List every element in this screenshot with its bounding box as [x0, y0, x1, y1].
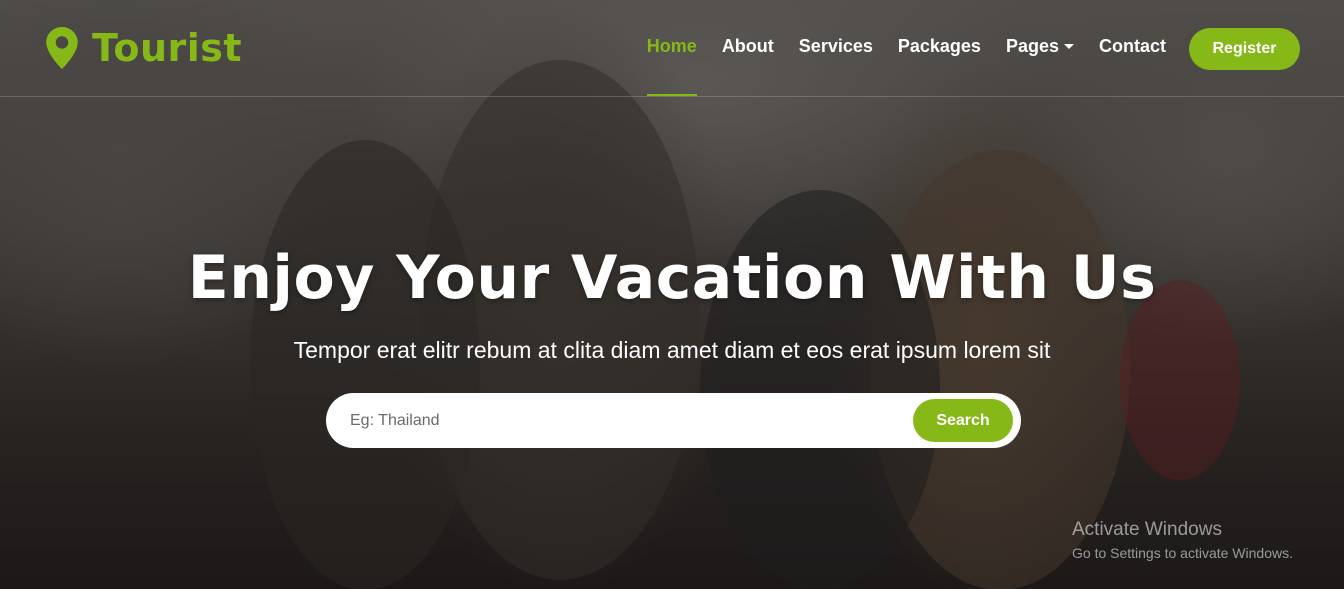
brand-logo[interactable]: Tourist: [46, 26, 242, 70]
map-pin-icon: [46, 27, 78, 69]
caret-down-icon: [1064, 44, 1074, 49]
search-bar: Search: [326, 393, 1021, 448]
nav-item-home[interactable]: Home: [646, 36, 697, 96]
nav-item-pages[interactable]: Pages: [1006, 36, 1074, 57]
search-button[interactable]: Search: [913, 399, 1013, 442]
navbar: Tourist Home About Services Packages Pag…: [0, 0, 1344, 97]
nav-item-pages-label: Pages: [1005, 36, 1059, 56]
nav-item-contact[interactable]: Contact: [1099, 36, 1166, 57]
brand-name: Tourist: [92, 26, 243, 70]
watermark-title: Activate Windows: [1072, 519, 1222, 540]
watermark-subtitle: Go to Settings to activate Windows.: [1072, 545, 1293, 561]
hero-subtitle: Tempor erat elitr rebum at clita diam am…: [293, 337, 1051, 363]
hero-title: Enjoy Your Vacation With Us: [187, 243, 1157, 313]
main-nav: Home About Services Packages Pages Conta…: [622, 36, 1166, 96]
register-button[interactable]: Register: [1189, 28, 1300, 70]
search-input[interactable]: [350, 393, 910, 448]
nav-item-services[interactable]: Services: [799, 36, 873, 57]
nav-item-packages[interactable]: Packages: [898, 36, 981, 57]
activate-windows-watermark: Activate Windows Go to Settings to activ…: [1072, 519, 1293, 561]
nav-item-about[interactable]: About: [722, 36, 774, 57]
